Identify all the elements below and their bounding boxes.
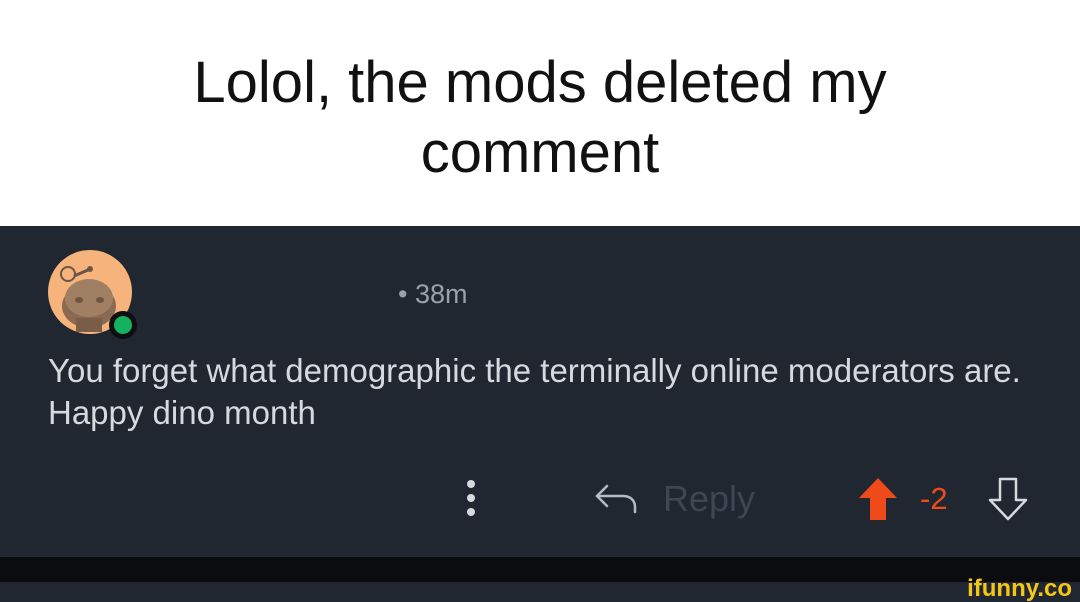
- vertical-dots-icon[interactable]: [456, 478, 486, 518]
- ifunny-watermark: ifunny.co: [967, 575, 1072, 602]
- vote-score: -2: [920, 481, 948, 516]
- reply-arrow-icon: [595, 484, 637, 514]
- downvote-arrow-icon[interactable]: [986, 476, 1030, 522]
- reply-button[interactable]: Reply: [593, 477, 755, 521]
- footer-bar: [0, 557, 1080, 582]
- comment-timestamp: • 38m: [398, 279, 468, 309]
- reply-label: Reply: [663, 478, 756, 519]
- online-status-dot: [109, 311, 137, 339]
- caption-text: Lolol, the mods deleted my comment: [193, 50, 887, 185]
- user-avatar[interactable]: [48, 250, 137, 339]
- comment-card: • 38m You forget what demographic the te…: [0, 226, 1080, 557]
- meme-caption: Lolol, the mods deleted my comment: [0, 0, 1080, 226]
- comment-body: You forget what demographic the terminal…: [48, 352, 1021, 431]
- bottom-strip: [0, 582, 1080, 602]
- upvote-arrow-icon[interactable]: [857, 476, 899, 522]
